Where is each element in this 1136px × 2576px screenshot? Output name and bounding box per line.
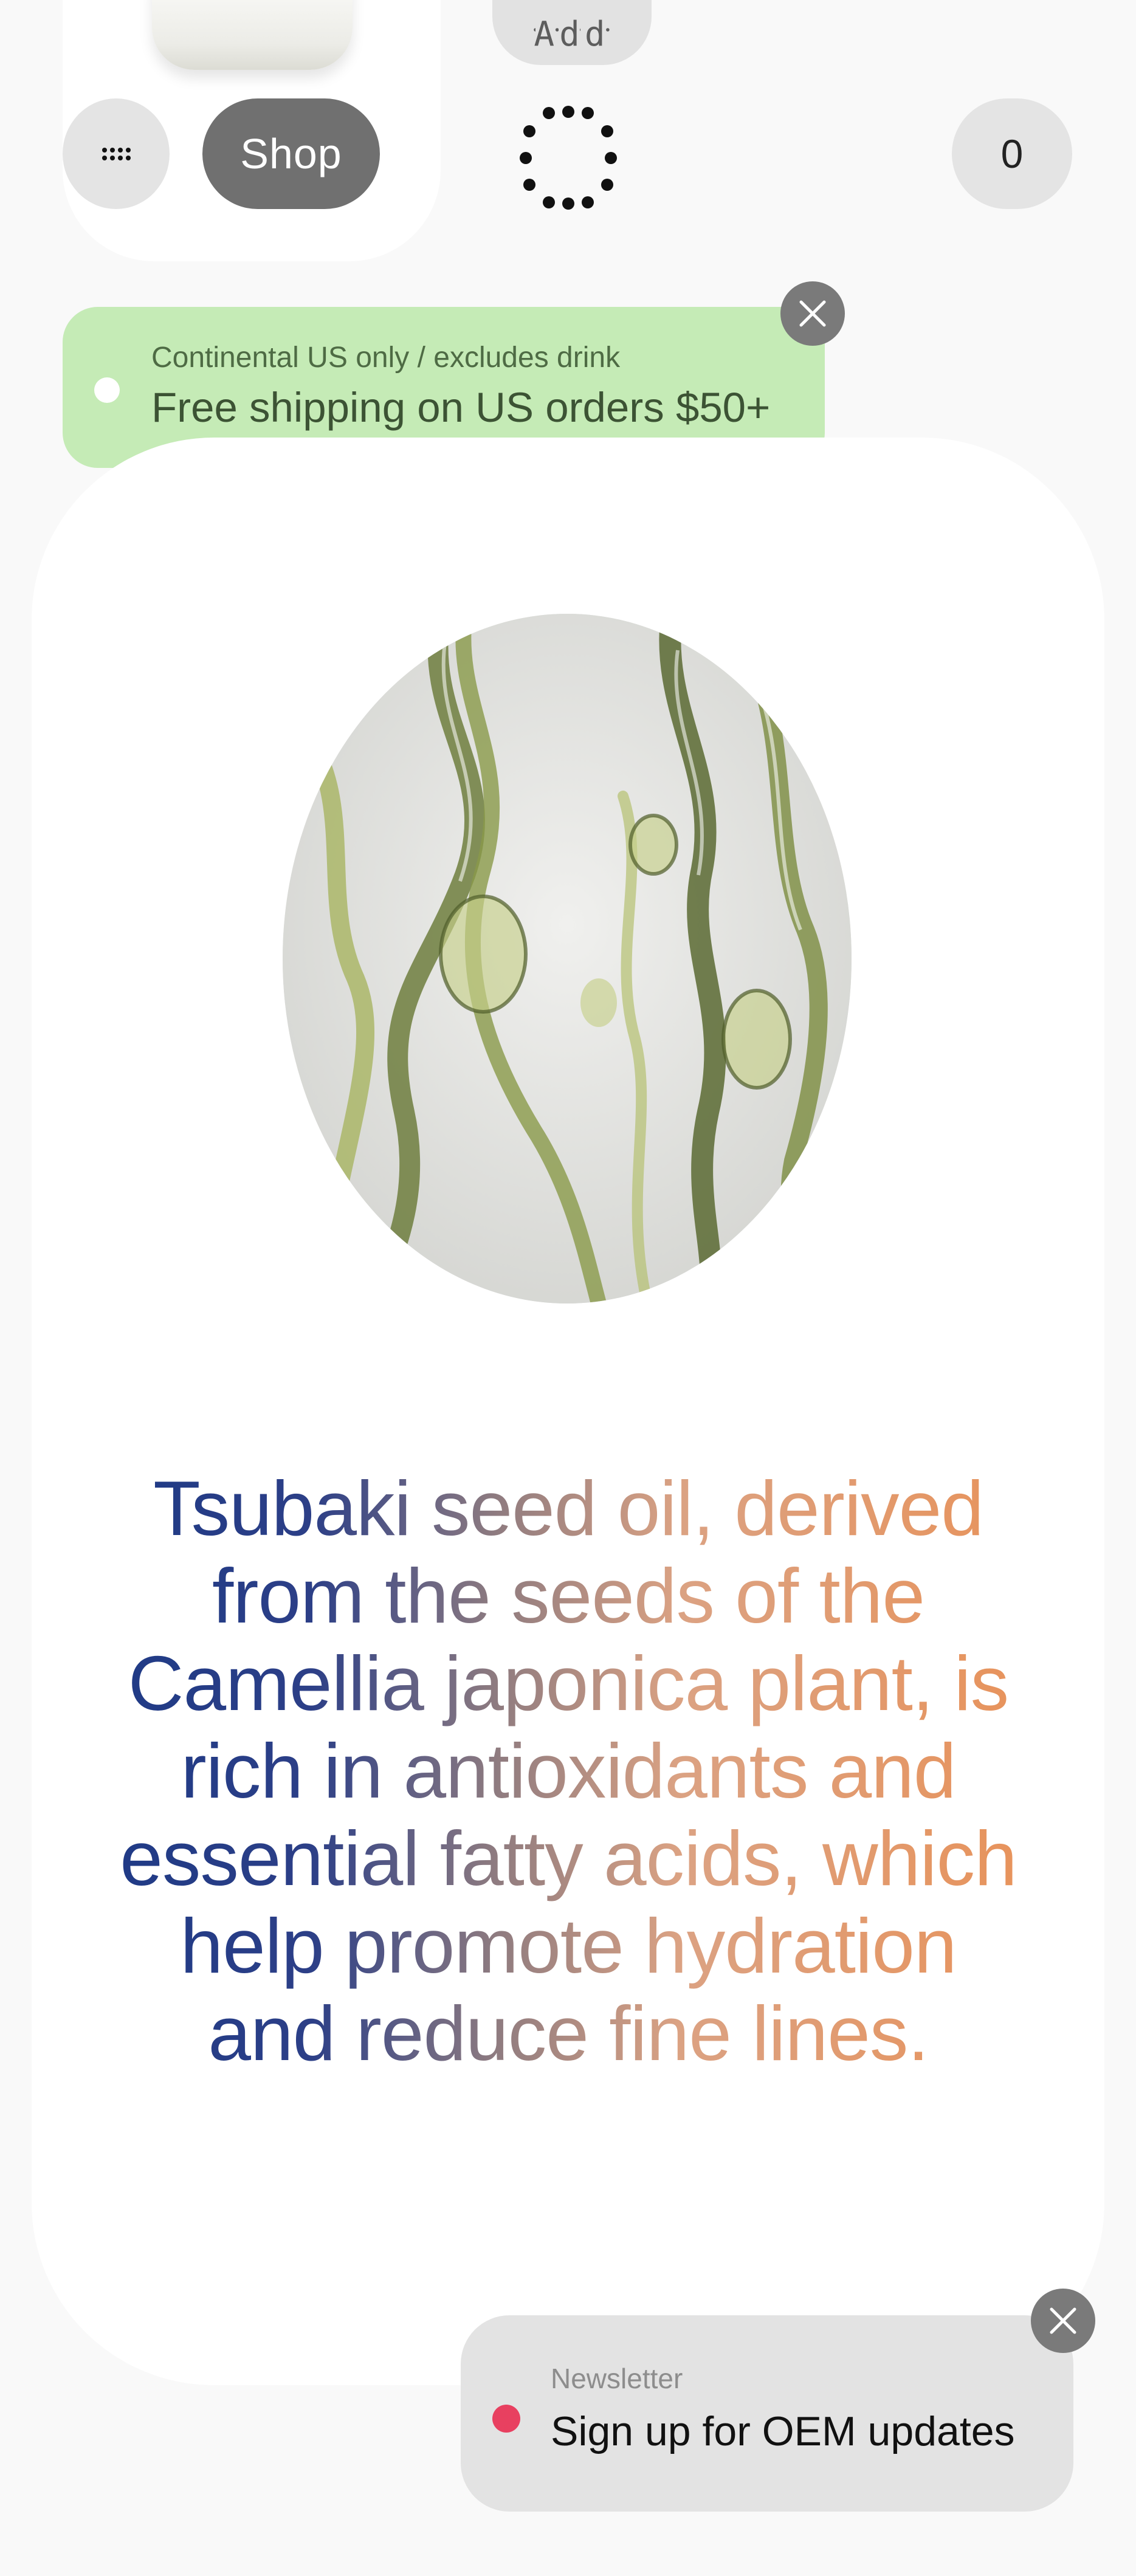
menu-button[interactable] [63, 98, 170, 209]
newsletter-dot-icon [492, 2405, 520, 2433]
newsletter-title: Sign up for OEM updates [551, 2408, 1015, 2454]
cart-button[interactable]: 0 [952, 98, 1072, 209]
oil-drip-image [283, 614, 852, 1303]
grid-menu-icon [102, 147, 131, 160]
product-image [152, 0, 353, 70]
add-to-cart-button[interactable]: Add [492, 0, 652, 65]
newsletter-label: Newsletter [551, 2363, 683, 2394]
status-dot-icon [94, 377, 120, 403]
close-icon [1050, 2307, 1076, 2334]
close-shipping-button[interactable] [780, 281, 845, 346]
close-icon [799, 300, 826, 327]
close-newsletter-button[interactable] [1031, 2289, 1095, 2353]
shop-button[interactable]: Shop [202, 98, 380, 209]
shipping-subtitle: Continental US only / excludes drink [151, 342, 621, 374]
newsletter-card[interactable]: Newsletter Sign up for OEM updates [461, 2315, 1073, 2512]
shipping-title: Free shipping on US orders $50+ [151, 384, 771, 431]
logo[interactable] [518, 105, 619, 211]
hero-quote: Tsubaki seed oil, derived from the seeds… [109, 1465, 1027, 2077]
